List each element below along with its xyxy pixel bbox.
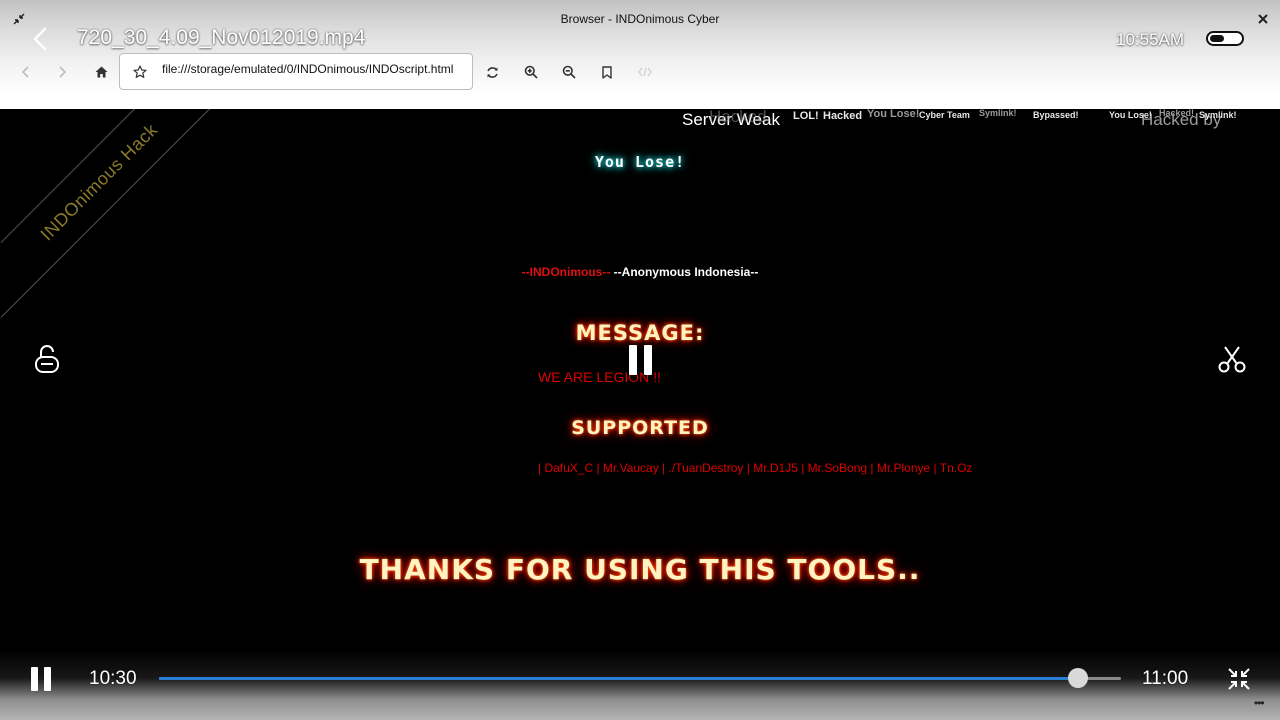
supported-heading: SUPPORTED xyxy=(571,417,709,439)
message-heading: MESSAGE: xyxy=(575,321,705,345)
arrow-back-icon[interactable] xyxy=(14,60,38,84)
team-line: --INDOnimous-- --Anonymous Indonesia-- xyxy=(1,265,1279,279)
ticker-text: LOL! xyxy=(793,110,819,122)
playback-controls: 10:30 11:00 ••• xyxy=(0,650,1280,720)
star-icon[interactable] xyxy=(130,62,150,82)
browser-chrome: Browser - INDOnimous Cyber 720_30_4.09_N… xyxy=(0,0,1280,109)
current-time: 10:30 xyxy=(89,668,137,689)
unlock-icon[interactable] xyxy=(31,343,63,375)
team-name-red: --INDOnimous-- xyxy=(521,265,611,279)
thanks-text: THANKS FOR USING THIS TOOLS.. xyxy=(359,553,921,586)
zoom-out-icon[interactable] xyxy=(557,60,581,84)
seek-bar-thumb[interactable] xyxy=(1067,668,1088,688)
close-icon[interactable] xyxy=(1252,8,1274,30)
more-dots-icon[interactable]: ••• xyxy=(1254,696,1265,710)
seek-bar[interactable] xyxy=(159,677,1121,680)
battery-level xyxy=(1210,35,1224,42)
team-name-white: --Anonymous Indonesia-- xyxy=(613,265,759,279)
center-pause-icon[interactable] xyxy=(624,345,656,375)
corner-ribbon: INDOnimous Hack xyxy=(1,109,267,350)
address-bar[interactable]: file:///storage/emulated/0/INDOnimous/IN… xyxy=(119,53,473,90)
pause-icon[interactable] xyxy=(28,667,54,693)
zoom-in-icon[interactable] xyxy=(519,60,543,84)
page-content: INDOnimous Hack Server Weak Hacked Hacke… xyxy=(1,109,1279,681)
seek-bar-fill xyxy=(159,677,1078,680)
battery-icon xyxy=(1206,31,1244,46)
code-icon[interactable] xyxy=(633,60,657,84)
ticker-text: Hacked xyxy=(709,109,767,126)
scissors-icon[interactable] xyxy=(1216,343,1248,375)
ticker-text: Bypassed! xyxy=(1033,110,1079,120)
exit-fullscreen-icon[interactable] xyxy=(1226,666,1252,692)
ticker-text: Hacked! xyxy=(1159,109,1195,118)
ticker-text: You Lose! xyxy=(867,109,920,120)
chevron-left-icon[interactable] xyxy=(26,24,54,54)
ticker-text: Symlink! xyxy=(979,109,1017,118)
bookmark-icon[interactable] xyxy=(595,60,619,84)
ticker-text: Hacked xyxy=(823,110,863,122)
home-icon[interactable] xyxy=(89,60,113,84)
window-title: Browser - INDOnimous Cyber xyxy=(560,12,720,26)
url-text: file:///storage/emulated/0/INDOnimous/IN… xyxy=(162,62,454,76)
video-title: 720_30_4.09_Nov012019.mp4 xyxy=(77,26,366,49)
status-clock: 10:55AM xyxy=(1116,30,1185,49)
total-time: 11:00 xyxy=(1142,668,1189,689)
ribbon-text: INDOnimous Hack xyxy=(36,119,162,245)
ticker-text: Cyber Team xyxy=(919,110,970,120)
you-lose-text: You Lose! xyxy=(594,153,686,171)
refresh-icon[interactable] xyxy=(480,60,504,84)
ticker-text: Symlink! xyxy=(1199,110,1237,120)
supporters-list: | DafuX_C | Mr.Vaucay | ./TuanDestroy | … xyxy=(538,461,973,475)
arrow-forward-icon[interactable] xyxy=(50,60,74,84)
ticker-text: You Lose! xyxy=(1109,110,1152,120)
video-player-screen: Browser - INDOnimous Cyber 720_30_4.09_N… xyxy=(0,0,1280,720)
